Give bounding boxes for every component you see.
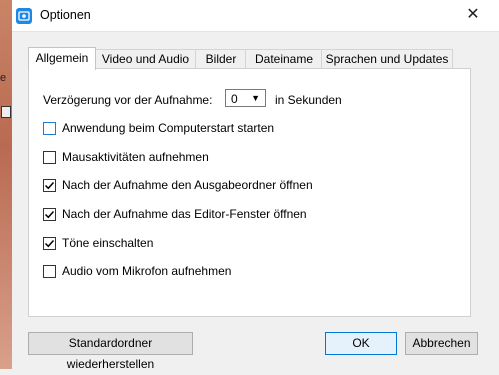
- checkbox-autostart[interactable]: [43, 122, 56, 135]
- option-label: Töne einschalten: [62, 236, 154, 250]
- tab-video-und-audio[interactable]: Video und Audio: [94, 49, 197, 69]
- option-label: Anwendung beim Computerstart starten: [62, 121, 275, 135]
- checkmark-icon: [44, 181, 55, 190]
- background-text: e: [0, 72, 7, 84]
- tab-allgemein[interactable]: Allgemein: [28, 47, 96, 70]
- option-label: Nach der Aufnahme den Ausgabeordner öffn…: [62, 178, 313, 192]
- options-dialog: Optionen ✕ Allgemein Video und Audio Bil…: [12, 0, 499, 371]
- dialog-title: Optionen: [40, 8, 91, 22]
- checkbox-open-editor[interactable]: [43, 208, 56, 221]
- delay-value: 0: [231, 92, 238, 106]
- background-app-fragment: e: [0, 0, 12, 369]
- cancel-button[interactable]: Abbrechen: [405, 332, 478, 355]
- background-checkbox: [1, 106, 11, 118]
- chevron-down-icon: ▼: [251, 93, 260, 103]
- option-label: Mausaktivitäten aufnehmen: [62, 150, 209, 164]
- checkbox-microphone[interactable]: [43, 265, 56, 278]
- option-label: Audio vom Mikrofon aufnehmen: [62, 264, 232, 278]
- tab-sprachen-und-updates[interactable]: Sprachen und Updates: [321, 49, 453, 69]
- tab-dateiname[interactable]: Dateiname: [245, 49, 323, 69]
- checkbox-open-output-folder[interactable]: [43, 179, 56, 192]
- delay-unit-label: in Sekunden: [275, 93, 342, 107]
- screen-capture-icon: [16, 8, 32, 24]
- tab-bilder[interactable]: Bilder: [195, 49, 247, 69]
- option-label: Nach der Aufnahme das Editor-Fenster öff…: [62, 207, 307, 221]
- restore-default-folder-button[interactable]: Standardordner wiederherstellen: [28, 332, 193, 371]
- ok-button[interactable]: OK: [325, 332, 397, 355]
- close-icon[interactable]: ✕: [461, 3, 485, 27]
- checkbox-mouse-activity[interactable]: [43, 151, 56, 164]
- checkbox-sounds[interactable]: [43, 237, 56, 250]
- delay-dropdown[interactable]: 0 ▼: [225, 89, 266, 107]
- delay-label: Verzögerung vor der Aufnahme:: [43, 93, 213, 107]
- general-settings-panel: Verzögerung vor der Aufnahme: 0 ▼ in Sek…: [28, 68, 471, 317]
- checkmark-icon: [44, 210, 55, 219]
- title-bar: Optionen ✕: [12, 0, 499, 32]
- checkmark-icon: [44, 239, 55, 248]
